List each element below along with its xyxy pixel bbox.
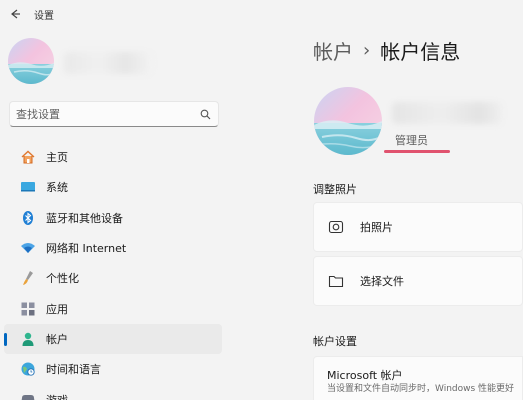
sidebar-item-label: 个性化	[46, 272, 79, 286]
camera-icon	[328, 220, 344, 234]
sidebar-item-system[interactable]: 系统	[4, 172, 222, 202]
breadcrumb: 帐户 › 帐户信息	[313, 36, 460, 65]
bluetooth-icon	[23, 210, 33, 225]
sidebar-item-time-language[interactable]: 时间和语言	[4, 354, 222, 384]
microsoft-account-card[interactable]: Microsoft 帐户 当设置和文件自动同步时，Windows 性能更好	[313, 356, 523, 400]
title-bar: 设置	[0, 0, 523, 28]
take-photo-label: 拍照片	[360, 221, 393, 234]
user-avatar	[8, 38, 54, 84]
sidebar-nav: 主页 系统 蓝牙和其他设备 网络和 Internet 个性化 应用 帐户 时间和…	[0, 142, 222, 400]
brush-icon	[23, 271, 33, 286]
section-title-adjust-photo: 调整照片	[313, 183, 357, 196]
sidebar-item-personalization[interactable]: 个性化	[4, 263, 222, 293]
home-icon	[21, 150, 35, 164]
sidebar-item-label: 主页	[46, 151, 68, 165]
account-role: 管理员	[395, 134, 428, 147]
monitor-icon	[21, 182, 35, 192]
sidebar-item-label: 蓝牙和其他设备	[46, 211, 123, 225]
choose-file-label: 选择文件	[360, 275, 404, 288]
search-input[interactable]	[16, 105, 196, 123]
sidebar-item-bluetooth[interactable]: 蓝牙和其他设备	[4, 203, 222, 233]
breadcrumb-parent[interactable]: 帐户	[313, 36, 353, 65]
page-title: 帐户信息	[380, 40, 461, 64]
choose-file-button[interactable]: 选择文件	[313, 256, 523, 306]
sidebar-item-accounts[interactable]: 帐户	[4, 323, 222, 355]
user-name-redacted	[64, 52, 152, 74]
sidebar-item-gaming[interactable]: 游戏	[4, 384, 222, 400]
folder-icon	[328, 275, 344, 288]
sidebar-item-home[interactable]: 主页	[4, 142, 222, 172]
microsoft-account-description: 当设置和文件自动同步时，Windows 性能更好	[327, 384, 515, 394]
sidebar-item-label: 时间和语言	[46, 363, 101, 377]
section-title-account-settings: 帐户设置	[313, 335, 357, 348]
apps-icon	[21, 302, 35, 316]
sidebar-item-network[interactable]: 网络和 Internet	[4, 233, 222, 263]
game-icon	[21, 394, 35, 400]
take-photo-button[interactable]: 拍照片	[313, 202, 523, 252]
sidebar-item-label: 帐户	[46, 332, 68, 346]
breadcrumb-separator: ›	[363, 40, 371, 61]
account-name-redacted	[392, 102, 502, 124]
sidebar-item-label: 网络和 Internet	[46, 242, 127, 256]
highlight-underline	[384, 150, 450, 153]
sidebar-item-label: 系统	[46, 181, 68, 195]
sidebar-item-apps[interactable]: 应用	[4, 293, 222, 323]
account-icon	[22, 332, 34, 346]
wifi-icon	[21, 243, 35, 254]
search-icon[interactable]	[200, 109, 211, 120]
profile-picture	[314, 87, 382, 155]
app-title: 设置	[34, 11, 54, 22]
search-box[interactable]	[9, 101, 219, 127]
sidebar-item-label: 游戏	[46, 392, 68, 400]
sidebar-item-label: 应用	[46, 302, 68, 316]
globe-clock-icon	[21, 362, 35, 376]
back-arrow-icon[interactable]	[8, 7, 22, 21]
